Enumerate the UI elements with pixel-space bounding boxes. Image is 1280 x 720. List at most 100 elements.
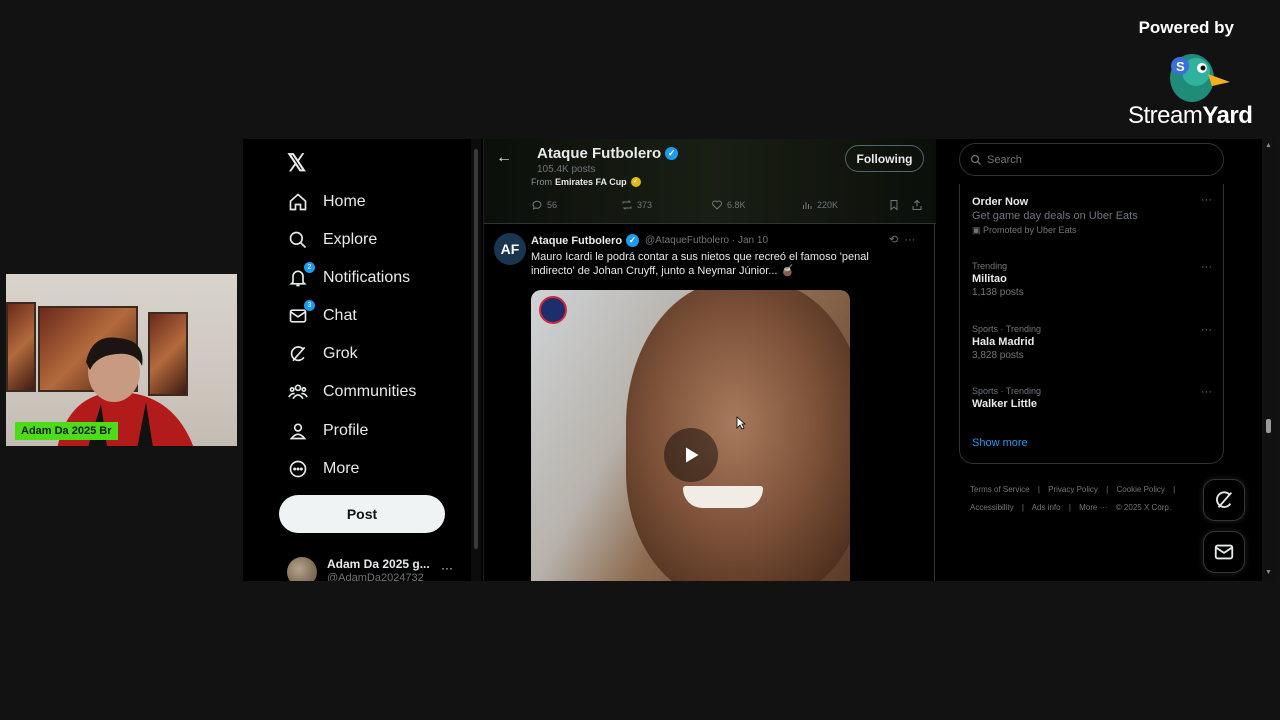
trend-count: 1,138 posts xyxy=(972,287,1024,298)
streamyard-wordmark: StreamYard xyxy=(1128,102,1253,129)
nav-notifications-label: Notifications xyxy=(323,269,411,286)
search-input[interactable] xyxy=(987,153,1207,166)
nav-more[interactable]: More xyxy=(287,454,359,484)
like-action[interactable]: 6.8K xyxy=(711,199,746,211)
trend-more-icon[interactable]: ··· xyxy=(1201,386,1212,398)
repost-action[interactable]: 373 xyxy=(621,199,652,211)
page-scrollbar[interactable]: ▲ ▼ xyxy=(1262,139,1275,581)
webcam-name-tag: Adam Da 2025 Br xyxy=(15,422,118,440)
footer-copyright: © 2025 X Corp. xyxy=(1115,503,1172,512)
trends-panel: Order Now Get game day deals on Uber Eat… xyxy=(959,184,1224,464)
footer-terms-link[interactable]: Terms of Service xyxy=(970,485,1030,494)
scroll-up-icon: ▲ xyxy=(1265,142,1272,149)
bookmark-icon[interactable] xyxy=(888,199,900,211)
verified-badge-icon: ✓ xyxy=(665,147,679,160)
nav-explore-label: Explore xyxy=(323,231,378,248)
main-feed: ← Ataque Futbolero ✓ 105.4K posts From Em… xyxy=(483,139,936,581)
video-thumbnail-face xyxy=(626,290,850,581)
nav-grok-label: Grok xyxy=(323,345,358,362)
search-icon xyxy=(287,229,309,251)
trend-title: Militao xyxy=(972,273,1007,285)
nav-chat[interactable]: 3 Chat xyxy=(287,300,357,331)
profile-header: ← Ataque Futbolero ✓ 105.4K posts From Em… xyxy=(484,139,936,223)
tweet-options[interactable]: ⟲ ··· xyxy=(889,233,915,246)
account-switcher[interactable]: Adam Da 2025 g... @AdamDa2024732 ··· xyxy=(287,553,463,581)
promoted-label: ▣ Promoted by Uber Eats xyxy=(972,225,1077,235)
back-arrow-icon[interactable]: ← xyxy=(496,149,512,167)
from-source: From Emirates FA Cup ✓ xyxy=(531,177,641,187)
account-name: Adam Da 2025 g... xyxy=(327,557,430,571)
trend-context: Sports · Trending xyxy=(972,324,1042,334)
scroll-down-icon: ▼ xyxy=(1265,569,1272,576)
footer-cookie-link[interactable]: Cookie Policy xyxy=(1116,485,1164,494)
more-dots-icon: ··· xyxy=(904,234,916,246)
footer-ads-info-link[interactable]: Ads info xyxy=(1032,503,1061,512)
trend-subtitle: Get game day deals on Uber Eats xyxy=(972,210,1138,222)
chat-badge: 3 xyxy=(304,300,315,311)
post-actions: 56 373 6.8K 220K xyxy=(531,199,926,215)
stream-canvas: Powered by S StreamYard Adam Da 2025 Br xyxy=(0,0,1280,720)
footer-more-link[interactable]: More ··· xyxy=(1079,503,1107,512)
streamyard-duck-logo: S xyxy=(1170,54,1230,102)
nav-home[interactable]: Home xyxy=(287,187,366,217)
x-browser-window: 𝕏 Home Explore 2 Notifications 3 Chat Gr… xyxy=(243,139,1275,581)
tweet-text: Mauro Icardi le podrá contar a sus nieto… xyxy=(531,251,869,277)
nav-grok[interactable]: Grok xyxy=(287,339,358,369)
trend-more-icon[interactable]: ··· xyxy=(1201,324,1212,336)
account-more-icon[interactable]: ··· xyxy=(441,561,453,575)
tweet-video[interactable] xyxy=(531,290,850,581)
grok-fab-button[interactable] xyxy=(1203,479,1245,521)
tweet-author[interactable]: Ataque Futbolero ✓ xyxy=(531,234,640,247)
nav-more-label: More xyxy=(323,460,360,477)
left-nav: 𝕏 Home Explore 2 Notifications 3 Chat Gr… xyxy=(243,139,471,581)
trend-item-militao[interactable]: Trending Militao 1,138 posts ··· xyxy=(972,261,1212,298)
posts-count: 105.4K posts xyxy=(537,164,596,175)
show-more-link[interactable]: Show more xyxy=(972,437,1028,449)
person-icon xyxy=(287,420,309,442)
trend-item-walker-little[interactable]: Sports · Trending Walker Little ··· xyxy=(972,386,1212,410)
reply-action[interactable]: 56 xyxy=(531,199,557,211)
play-icon xyxy=(686,447,699,463)
profile-title: Ataque Futbolero ✓ xyxy=(537,145,679,162)
trend-more-icon[interactable]: ··· xyxy=(1201,261,1212,273)
communities-icon xyxy=(287,381,309,403)
search-box[interactable] xyxy=(959,143,1224,176)
views-action[interactable]: 220K xyxy=(801,199,838,211)
messages-fab-button[interactable] xyxy=(1203,531,1245,573)
tweet-meta: @AtaqueFutbolero · Jan 10 xyxy=(645,235,769,246)
nav-chat-label: Chat xyxy=(323,307,357,324)
webcam-feed: Adam Da 2025 Br xyxy=(6,274,237,446)
nav-communities[interactable]: Communities xyxy=(287,377,416,407)
post-button[interactable]: Post xyxy=(279,495,445,533)
nav-profile[interactable]: Profile xyxy=(287,416,368,446)
nav-notifications[interactable]: 2 Notifications xyxy=(287,262,411,293)
trend-title: Hala Madrid xyxy=(972,336,1035,348)
tweet-avatar[interactable]: AF xyxy=(494,233,526,265)
footer-privacy-link[interactable]: Privacy Policy xyxy=(1048,485,1098,494)
views-icon xyxy=(803,202,812,209)
tweet[interactable]: AF Ataque Futbolero ✓ @AtaqueFutbolero ·… xyxy=(484,225,936,581)
following-button[interactable]: Following xyxy=(845,145,924,172)
play-button[interactable] xyxy=(664,428,718,482)
home-icon xyxy=(287,191,309,213)
avatar xyxy=(287,557,317,581)
nav-explore[interactable]: Explore xyxy=(287,225,377,255)
footer-accessibility-link[interactable]: Accessibility xyxy=(970,503,1014,512)
trend-item-hala-madrid[interactable]: Sports · Trending Hala Madrid 3,828 post… xyxy=(972,324,1212,361)
grok-icon: ⟲ xyxy=(889,234,899,246)
trend-title: Order Now xyxy=(972,196,1029,208)
gold-verified-icon: ✓ xyxy=(630,177,641,187)
nav-scrollbar[interactable] xyxy=(471,139,481,581)
nav-home-label: Home xyxy=(323,193,366,210)
reply-icon xyxy=(532,200,542,210)
mail-icon: 3 xyxy=(287,300,315,327)
share-icon[interactable] xyxy=(911,199,923,211)
repost-icon xyxy=(622,200,632,210)
trend-title: Walker Little xyxy=(972,398,1037,410)
trend-item-order-now[interactable]: Order Now Get game day deals on Uber Eat… xyxy=(972,194,1212,236)
trend-more-icon[interactable]: ··· xyxy=(1201,194,1212,206)
x-logo[interactable]: 𝕏 xyxy=(287,149,306,178)
notifications-badge: 2 xyxy=(304,262,315,273)
right-sidebar: Order Now Get game day deals on Uber Eat… xyxy=(937,139,1275,581)
nav-profile-label: Profile xyxy=(323,422,369,439)
